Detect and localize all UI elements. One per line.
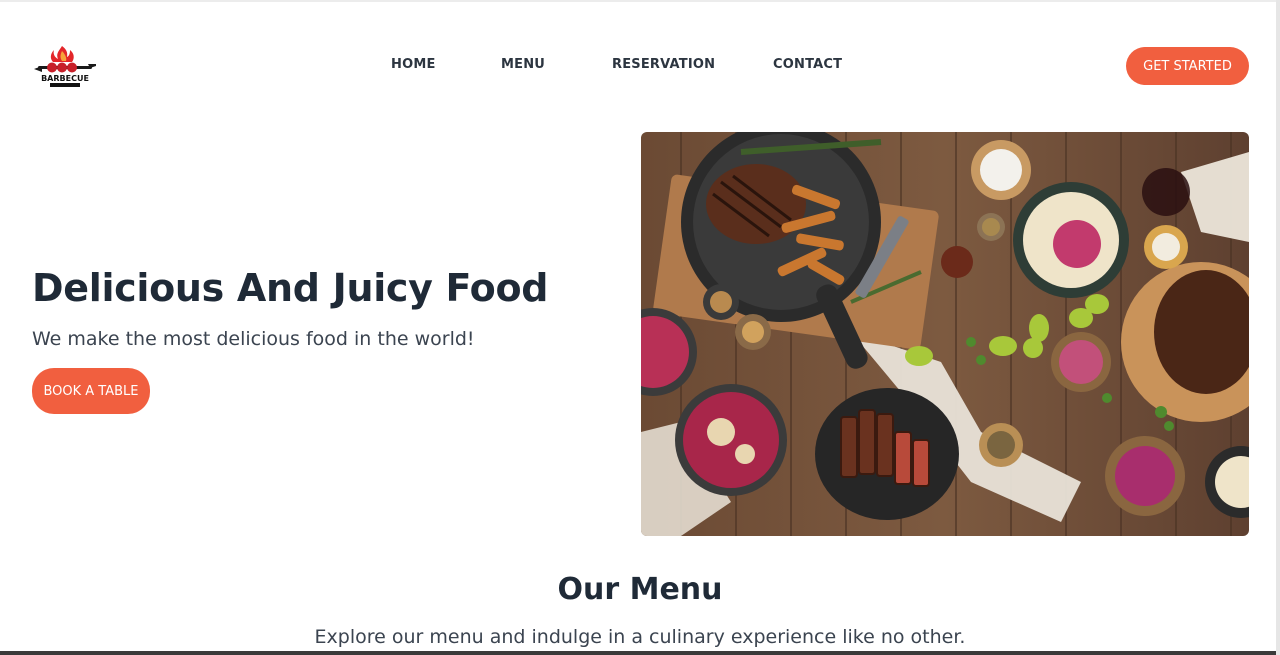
food-photo-icon	[641, 132, 1249, 536]
nav-menu[interactable]: MENU	[501, 57, 545, 72]
menu-section-subtitle: Explore our menu and indulge in a culina…	[314, 626, 966, 648]
top-border	[0, 0, 1276, 2]
nav-home[interactable]: HOME	[391, 57, 436, 72]
get-started-button[interactable]: GET STARTED	[1126, 47, 1249, 85]
nav-contact[interactable]: CONTACT	[773, 57, 842, 72]
bottom-border	[0, 651, 1276, 655]
logo-text: BARBECUE	[41, 74, 89, 83]
hero-title: Delicious And Juicy Food	[32, 266, 549, 310]
hero-food-image	[641, 132, 1249, 536]
nav-reservation[interactable]: RESERVATION	[612, 57, 715, 72]
book-table-button[interactable]: BOOK A TABLE	[32, 368, 150, 414]
barbecue-logo[interactable]: BARBECUE	[32, 42, 98, 92]
landing-page: BARBECUE HOME MENU RESERVATION CONTACT G…	[0, 0, 1280, 655]
barbecue-logo-icon: BARBECUE	[34, 46, 96, 87]
hero-subtitle: We make the most delicious food in the w…	[32, 328, 475, 350]
menu-section-title: Our Menu	[557, 572, 723, 607]
